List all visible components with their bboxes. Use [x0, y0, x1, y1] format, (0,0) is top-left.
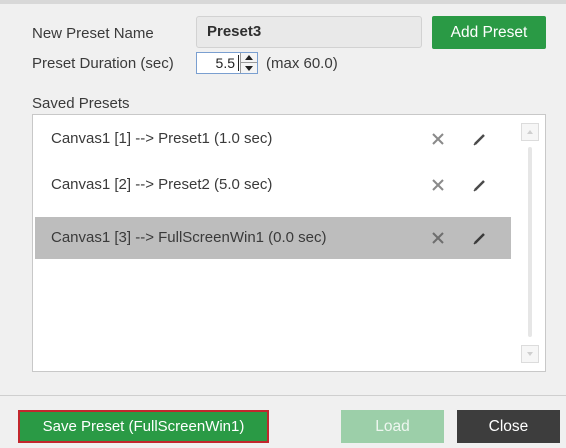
text-caret: [238, 55, 239, 71]
triangle-down-icon: [245, 65, 253, 71]
close-x-icon[interactable]: [429, 130, 447, 148]
duration-stepper[interactable]: 5.5: [196, 52, 258, 74]
preset-dialog: New Preset Name Preset3 Add Preset Prese…: [0, 0, 566, 448]
pencil-icon[interactable]: [471, 229, 489, 247]
duration-spinner: [240, 53, 257, 73]
list-item[interactable]: Canvas1 [1] --> Preset1 (1.0 sec): [35, 119, 511, 159]
dialog-top-border: [0, 0, 566, 4]
preset-duration-label: Preset Duration (sec): [32, 55, 174, 72]
triangle-up-icon: [527, 130, 533, 134]
close-x-icon[interactable]: [429, 176, 447, 194]
scroll-track[interactable]: [528, 147, 532, 337]
spin-up-button[interactable]: [241, 53, 257, 63]
load-button[interactable]: Load: [341, 410, 444, 443]
list-item-label: Canvas1 [1] --> Preset1 (1.0 sec): [51, 130, 273, 147]
triangle-down-icon: [527, 352, 533, 356]
list-item-label: Canvas1 [3] --> FullScreenWin1 (0.0 sec): [51, 229, 327, 246]
footer-divider: [0, 395, 566, 396]
list-item-selected[interactable]: Canvas1 [3] --> FullScreenWin1 (0.0 sec): [35, 217, 511, 259]
preset-name-label: New Preset Name: [32, 25, 154, 42]
save-preset-button[interactable]: Save Preset (FullScreenWin1): [18, 410, 269, 443]
add-preset-button[interactable]: Add Preset: [432, 16, 546, 49]
duration-input[interactable]: 5.5: [197, 53, 238, 73]
close-x-icon[interactable]: [429, 229, 447, 247]
pencil-icon[interactable]: [471, 130, 489, 148]
triangle-up-icon: [245, 55, 253, 60]
scroll-down-button[interactable]: [521, 345, 539, 363]
list-item-label: Canvas1 [2] --> Preset2 (5.0 sec): [51, 176, 273, 193]
duration-max-hint: (max 60.0): [266, 55, 338, 72]
preset-name-input[interactable]: Preset3: [196, 16, 422, 48]
pencil-icon[interactable]: [471, 176, 489, 194]
list-scrollbar[interactable]: [517, 117, 543, 369]
scroll-up-button[interactable]: [521, 123, 539, 141]
list-item[interactable]: Canvas1 [2] --> Preset2 (5.0 sec): [35, 165, 511, 205]
saved-presets-label: Saved Presets: [32, 95, 130, 112]
spin-down-button[interactable]: [241, 63, 257, 73]
saved-presets-list: Canvas1 [1] --> Preset1 (1.0 sec) Canvas…: [32, 114, 546, 372]
close-button[interactable]: Close: [457, 410, 560, 443]
